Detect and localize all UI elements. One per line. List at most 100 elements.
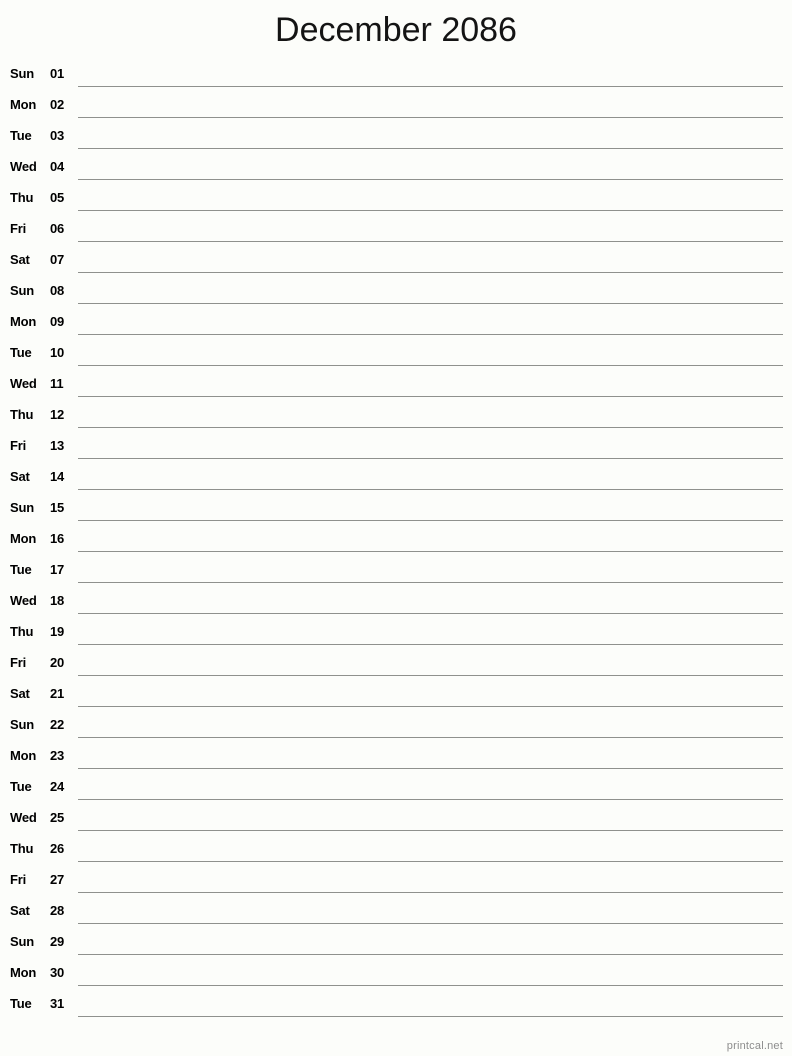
- note-writing-line[interactable]: [78, 1016, 783, 1017]
- day-number: 16: [50, 531, 65, 546]
- day-number: 28: [50, 903, 65, 918]
- note-writing-line[interactable]: [78, 861, 783, 862]
- calendar-day-row[interactable]: Sun 01: [0, 60, 792, 91]
- calendar-day-row[interactable]: Sat 07: [0, 246, 792, 277]
- weekday-label: Fri: [10, 655, 27, 670]
- calendar-day-row[interactable]: Wed 04: [0, 153, 792, 184]
- note-writing-line[interactable]: [78, 737, 783, 738]
- calendar-day-row[interactable]: Fri 06: [0, 215, 792, 246]
- note-writing-line[interactable]: [78, 613, 783, 614]
- note-writing-line[interactable]: [78, 644, 783, 645]
- note-writing-line[interactable]: [78, 520, 783, 521]
- day-number: 19: [50, 624, 65, 639]
- weekday-label: Sun: [10, 717, 34, 732]
- note-writing-line[interactable]: [78, 830, 783, 831]
- weekday-label: Thu: [10, 624, 34, 639]
- note-writing-line[interactable]: [78, 892, 783, 893]
- note-writing-line[interactable]: [78, 489, 783, 490]
- day-number: 21: [50, 686, 65, 701]
- weekday-label: Sun: [10, 934, 34, 949]
- calendar-day-row[interactable]: Wed 18: [0, 587, 792, 618]
- calendar-day-row[interactable]: Fri 13: [0, 432, 792, 463]
- day-number: 01: [50, 66, 65, 81]
- note-writing-line[interactable]: [78, 799, 783, 800]
- note-writing-line[interactable]: [78, 985, 783, 986]
- calendar-day-row[interactable]: Thu 19: [0, 618, 792, 649]
- weekday-label: Sat: [10, 252, 30, 267]
- weekday-label: Thu: [10, 407, 34, 422]
- day-number: 07: [50, 252, 65, 267]
- note-writing-line[interactable]: [78, 768, 783, 769]
- note-writing-line[interactable]: [78, 86, 783, 87]
- weekday-label: Sat: [10, 469, 30, 484]
- day-number: 04: [50, 159, 65, 174]
- note-writing-line[interactable]: [78, 210, 783, 211]
- note-writing-line[interactable]: [78, 923, 783, 924]
- note-writing-line[interactable]: [78, 334, 783, 335]
- day-number: 29: [50, 934, 65, 949]
- calendar-day-row[interactable]: Mon 16: [0, 525, 792, 556]
- weekday-label: Mon: [10, 97, 37, 112]
- watermark-label: printcal.net: [726, 1040, 783, 1052]
- weekday-label: Fri: [10, 872, 27, 887]
- day-number: 11: [50, 376, 64, 391]
- note-writing-line[interactable]: [78, 396, 783, 397]
- calendar-day-row[interactable]: Sun 22: [0, 711, 792, 742]
- calendar-day-row[interactable]: Sun 08: [0, 277, 792, 308]
- day-number: 24: [50, 779, 65, 794]
- day-number: 03: [50, 128, 65, 143]
- weekday-label: Tue: [10, 562, 32, 577]
- calendar-day-row[interactable]: Wed 11: [0, 370, 792, 401]
- note-writing-line[interactable]: [78, 675, 783, 676]
- calendar-day-row[interactable]: Tue 31: [0, 990, 792, 1021]
- calendar-day-row[interactable]: Fri 27: [0, 866, 792, 897]
- calendar-day-row[interactable]: Fri 20: [0, 649, 792, 680]
- calendar-day-row[interactable]: Sat 14: [0, 463, 792, 494]
- calendar-day-row[interactable]: Thu 05: [0, 184, 792, 215]
- note-writing-line[interactable]: [78, 272, 783, 273]
- calendar-day-row[interactable]: Thu 12: [0, 401, 792, 432]
- calendar-day-row[interactable]: Wed 25: [0, 804, 792, 835]
- weekday-label: Tue: [10, 128, 32, 143]
- note-writing-line[interactable]: [78, 365, 783, 366]
- note-writing-line[interactable]: [78, 427, 783, 428]
- weekday-label: Wed: [10, 810, 37, 825]
- calendar-day-row[interactable]: Mon 23: [0, 742, 792, 773]
- weekday-label: Mon: [10, 748, 37, 763]
- day-number: 13: [50, 438, 65, 453]
- note-writing-line[interactable]: [78, 551, 783, 552]
- calendar-day-row[interactable]: Tue 10: [0, 339, 792, 370]
- calendar-day-row[interactable]: Mon 30: [0, 959, 792, 990]
- calendar-day-row[interactable]: Sat 21: [0, 680, 792, 711]
- calendar-day-row[interactable]: Mon 09: [0, 308, 792, 339]
- weekday-label: Sun: [10, 66, 34, 81]
- note-writing-line[interactable]: [78, 148, 783, 149]
- calendar-day-row[interactable]: Tue 03: [0, 122, 792, 153]
- page-title: December 2086: [275, 11, 517, 49]
- note-writing-line[interactable]: [78, 706, 783, 707]
- day-number: 12: [50, 407, 65, 422]
- calendar-day-row[interactable]: Tue 17: [0, 556, 792, 587]
- day-number: 14: [50, 469, 65, 484]
- note-writing-line[interactable]: [78, 582, 783, 583]
- calendar-day-row[interactable]: Sun 29: [0, 928, 792, 959]
- day-number: 10: [50, 345, 65, 360]
- calendar-day-row[interactable]: Sat 28: [0, 897, 792, 928]
- note-writing-line[interactable]: [78, 303, 783, 304]
- calendar-day-row[interactable]: Mon 02: [0, 91, 792, 122]
- calendar-day-row[interactable]: Tue 24: [0, 773, 792, 804]
- note-writing-line[interactable]: [78, 117, 783, 118]
- weekday-label: Mon: [10, 531, 37, 546]
- weekday-label: Tue: [10, 345, 32, 360]
- weekday-label: Sat: [10, 903, 30, 918]
- note-writing-line[interactable]: [78, 179, 783, 180]
- calendar-day-row[interactable]: Thu 26: [0, 835, 792, 866]
- day-number: 31: [50, 996, 65, 1011]
- note-writing-line[interactable]: [78, 954, 783, 955]
- calendar-day-row[interactable]: Sun 15: [0, 494, 792, 525]
- note-writing-line[interactable]: [78, 458, 783, 459]
- weekday-label: Sat: [10, 686, 30, 701]
- note-writing-line[interactable]: [78, 241, 783, 242]
- day-number: 02: [50, 97, 65, 112]
- day-number: 15: [50, 500, 65, 515]
